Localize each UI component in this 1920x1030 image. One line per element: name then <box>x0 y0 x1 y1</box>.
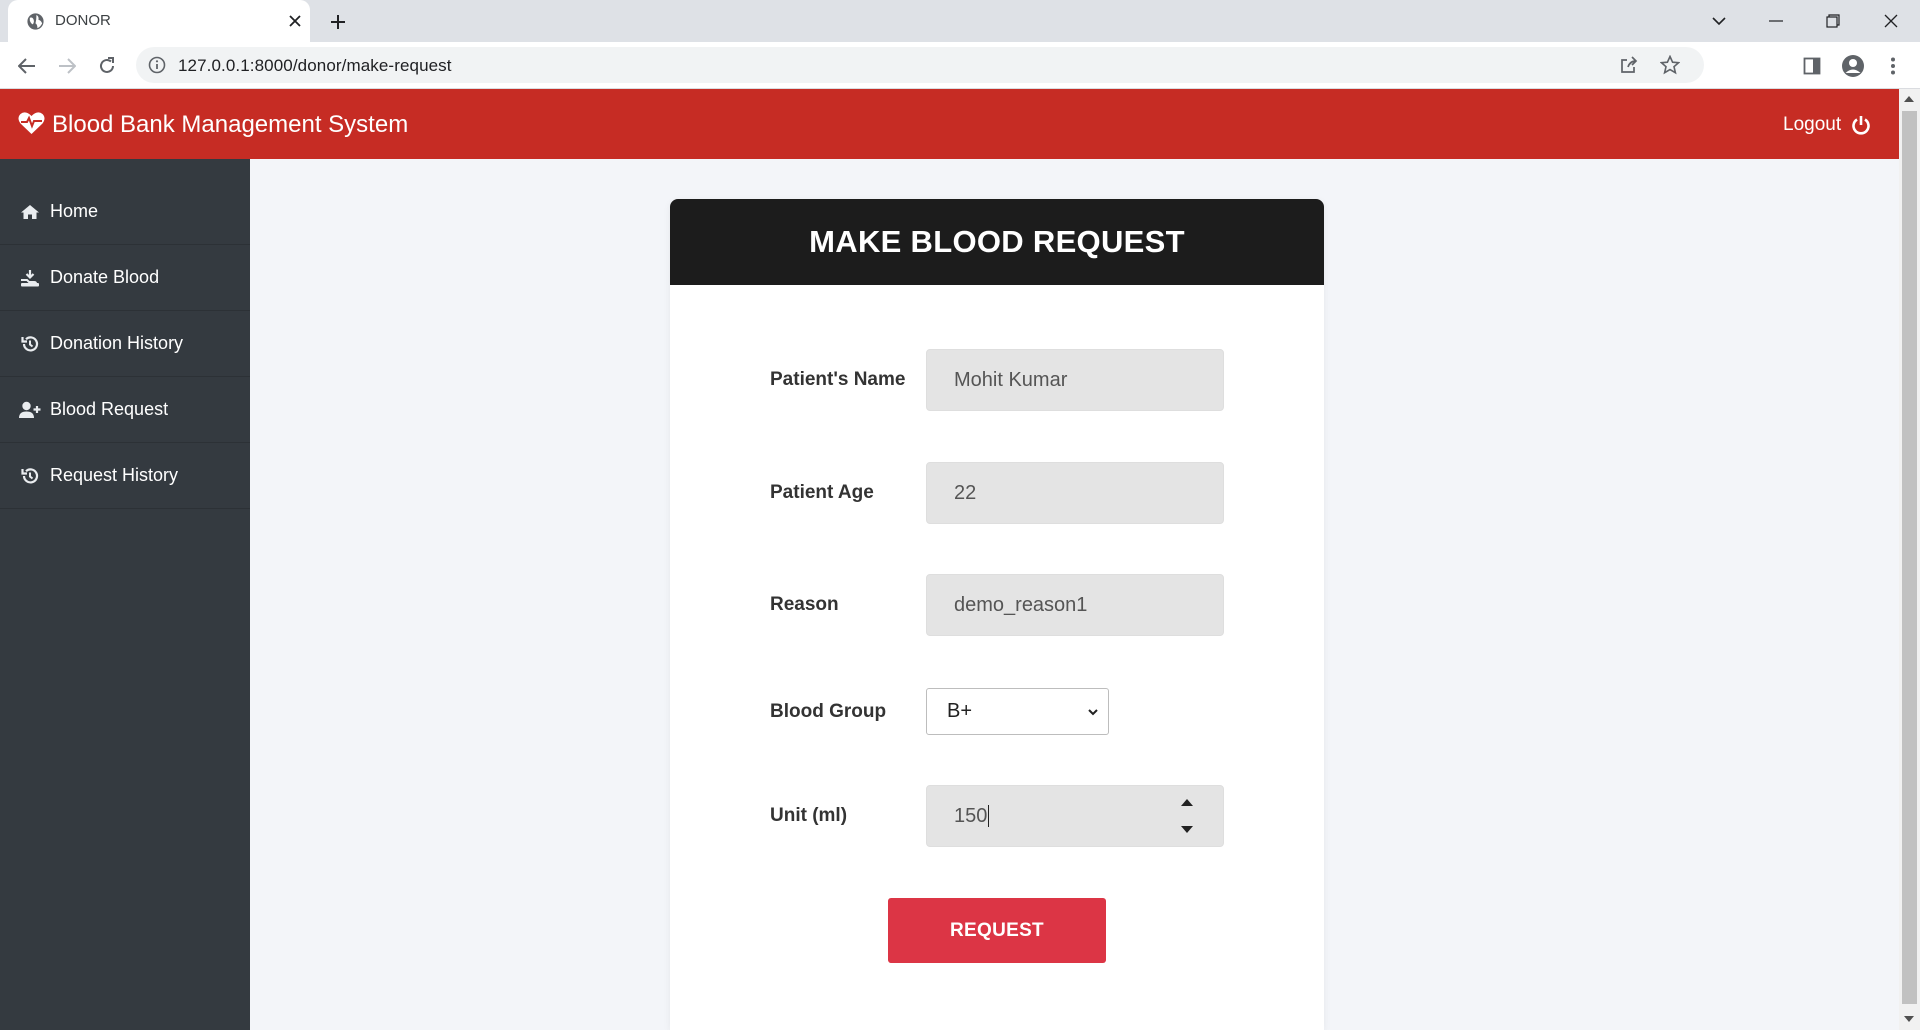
logout-button[interactable]: Logout <box>1783 113 1871 137</box>
patient-age-input[interactable]: 22 <box>926 462 1224 524</box>
sidebar-item-blood-request[interactable]: Blood Request <box>0 377 250 443</box>
sidebar-item-label: Request History <box>50 465 179 485</box>
minimize-button[interactable] <box>1747 0 1805 42</box>
chevron-down-icon <box>1712 16 1726 25</box>
blood-group-row: Blood Group B+ <box>670 688 1324 735</box>
back-button[interactable] <box>10 49 44 83</box>
info-icon[interactable] <box>148 56 166 74</box>
patient-age-label: Patient Age <box>770 482 874 503</box>
reload-button[interactable] <box>90 49 124 83</box>
text-cursor <box>988 805 990 827</box>
patient-name-input[interactable]: Mohit Kumar <box>926 349 1224 411</box>
page-scrollbar[interactable] <box>1899 89 1920 1030</box>
restore-button[interactable] <box>1804 0 1862 42</box>
home-icon <box>19 202 41 222</box>
reason-value: demo_reason1 <box>954 593 1088 616</box>
unit-input[interactable]: 150 <box>926 785 1224 847</box>
close-window-button[interactable] <box>1862 0 1920 42</box>
star-icon[interactable] <box>1659 54 1681 76</box>
app-title[interactable]: Blood Bank Management System <box>52 111 408 139</box>
patient-age-row: Patient Age 22 <box>670 462 1324 524</box>
request-button[interactable]: REQUEST <box>888 898 1106 963</box>
unit-value: 150 <box>954 804 988 827</box>
share-icon[interactable] <box>1618 54 1640 76</box>
browser-tab[interactable]: DONOR <box>8 0 310 42</box>
plus-icon <box>331 15 345 29</box>
forward-button[interactable] <box>50 49 84 83</box>
browser-toolbar: 127.0.0.1:8000/donor/make-request <box>0 42 1920 89</box>
close-icon <box>1884 14 1898 28</box>
unit-label: Unit (ml) <box>770 805 848 826</box>
donate-icon <box>19 268 41 288</box>
form-title: MAKE BLOOD REQUEST <box>809 224 1185 259</box>
history-icon <box>19 334 41 354</box>
sidebar-item-label: Blood Request <box>50 399 169 419</box>
logout-label: Logout <box>1783 114 1842 135</box>
arrow-right-icon <box>59 58 76 74</box>
tab-search-button[interactable] <box>1690 0 1748 42</box>
avatar-icon <box>1842 55 1864 77</box>
new-tab-button[interactable] <box>324 8 352 36</box>
patient-name-label: Patient's Name <box>770 369 906 390</box>
url-text: 127.0.0.1:8000/donor/make-request <box>178 56 452 75</box>
reload-icon <box>100 57 114 73</box>
power-icon <box>1852 116 1870 135</box>
reason-input[interactable]: demo_reason1 <box>926 574 1224 636</box>
reason-row: Reason demo_reason1 <box>670 574 1324 636</box>
sidebar-item-request-history[interactable]: Request History <box>0 443 250 509</box>
sidebar-item-label: Donation History <box>50 333 184 353</box>
sidebar-item-label: Donate Blood <box>50 267 160 287</box>
scrollbar-thumb[interactable] <box>1902 111 1917 1004</box>
card-header: MAKE BLOOD REQUEST <box>670 199 1324 285</box>
arrow-left-icon <box>18 58 35 74</box>
browser-tabstrip: DONOR <box>0 0 1920 42</box>
scroll-up-icon[interactable] <box>1904 96 1914 102</box>
more-vertical-icon <box>1891 57 1895 75</box>
sidebar-item-donate-blood[interactable]: Donate Blood <box>0 245 250 311</box>
number-stepper-icon[interactable] <box>1177 794 1197 840</box>
reason-label: Reason <box>770 594 839 615</box>
globe-icon <box>27 13 44 30</box>
request-form-card: MAKE BLOOD REQUEST Patient's Name Mohit … <box>670 199 1324 1030</box>
side-panel-button[interactable] <box>1795 49 1829 83</box>
blood-group-label: Blood Group <box>770 700 887 722</box>
profile-button[interactable] <box>1836 49 1870 83</box>
close-tab-icon[interactable] <box>282 8 308 34</box>
side-panel-icon <box>1803 57 1821 75</box>
sidebar-item-label: Home <box>50 201 99 221</box>
sidebar: Home Donate Blood Donation History Blood… <box>0 159 250 1030</box>
patient-name-value: Mohit Kumar <box>954 368 1068 391</box>
patient-name-row: Patient's Name Mohit Kumar <box>670 349 1324 411</box>
menu-button[interactable] <box>1876 49 1910 83</box>
app-navbar: Blood Bank Management System Logout <box>0 89 1899 159</box>
sidebar-item-home[interactable]: Home <box>0 179 250 245</box>
sidebar-item-donation-history[interactable]: Donation History <box>0 311 250 377</box>
chevron-down-icon <box>1088 709 1098 716</box>
minimize-icon <box>1769 20 1783 22</box>
blood-group-select[interactable]: B+ <box>926 688 1109 735</box>
heartbeat-icon <box>18 112 45 134</box>
address-bar[interactable]: 127.0.0.1:8000/donor/make-request <box>136 47 1704 83</box>
blood-group-value: B+ <box>947 700 973 722</box>
restore-icon <box>1826 14 1840 28</box>
tab-title: DONOR <box>55 12 111 29</box>
user-plus-icon <box>19 400 41 420</box>
history-icon <box>19 466 41 486</box>
scroll-down-icon[interactable] <box>1904 1016 1914 1022</box>
patient-age-value: 22 <box>954 481 977 504</box>
unit-row: Unit (ml) 150 <box>670 785 1324 847</box>
